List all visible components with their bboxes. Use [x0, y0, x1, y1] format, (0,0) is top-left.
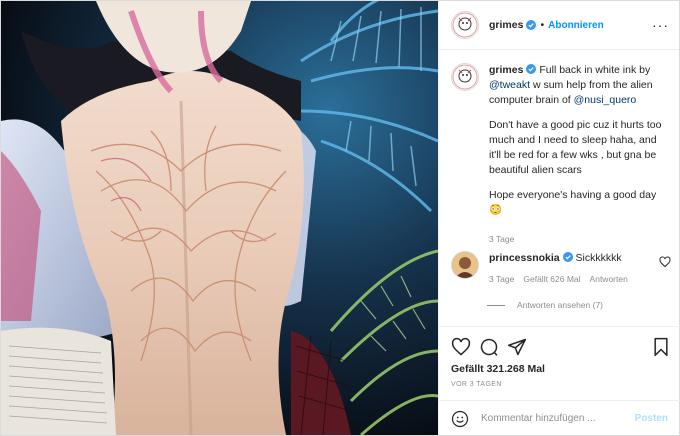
- comment-meta: 3 Tage Gefällt 626 Mal Antworten: [489, 272, 659, 287]
- caption-paragraph: Don't have a good pic cuz it hurts too m…: [489, 119, 662, 176]
- comment-username[interactable]: princessnokia: [489, 252, 560, 264]
- likes-count[interactable]: Gefällt 321.268 Mal: [451, 363, 545, 375]
- mention-link[interactable]: @nusi_quero: [574, 94, 637, 106]
- caption-text: grimes Full back in white ink by @tweakt…: [489, 63, 671, 247]
- more-options-icon[interactable]: ···: [652, 17, 669, 33]
- avatar-photo-icon: [452, 252, 478, 278]
- view-replies-button[interactable]: Antworten ansehen (7): [487, 300, 603, 310]
- caption-avatar[interactable]: [451, 63, 479, 91]
- post-image[interactable]: [1, 1, 438, 435]
- emoji-icon[interactable]: [451, 410, 469, 428]
- post-comment-button[interactable]: Posten: [635, 413, 668, 424]
- separator-dot: •: [540, 19, 545, 31]
- verified-icon: [526, 64, 537, 74]
- replies-divider: [487, 304, 505, 306]
- follow-button[interactable]: Abonnieren: [548, 20, 604, 31]
- post-modal: grimes • Abonnieren ··· grimes Full back…: [0, 0, 680, 436]
- post-details-panel: grimes • Abonnieren ··· grimes Full back…: [438, 1, 680, 436]
- caption-line1: Full back in white ink by: [539, 64, 651, 76]
- post-header: grimes • Abonnieren ···: [439, 1, 679, 50]
- mention-link[interactable]: @tweakt: [489, 79, 530, 91]
- caption-timestamp[interactable]: 3 Tage: [489, 232, 671, 247]
- post-username[interactable]: grimes: [489, 19, 523, 31]
- action-bar: [439, 326, 680, 366]
- view-replies-label: Antworten ansehen (7): [517, 300, 603, 310]
- avatar-illustration-icon: [452, 12, 478, 38]
- heart-icon[interactable]: [451, 337, 471, 357]
- caption-username[interactable]: grimes: [489, 64, 523, 76]
- avatar[interactable]: [451, 11, 479, 39]
- comment-timestamp[interactable]: 3 Tage: [489, 272, 514, 287]
- post-photo-illustration: [1, 1, 438, 435]
- small-heart-icon[interactable]: [659, 256, 671, 268]
- post-timestamp[interactable]: VOR 3 TAGEN: [451, 381, 502, 388]
- comment-likes[interactable]: Gefällt 626 Mal: [523, 272, 580, 287]
- add-comment-bar: Posten: [439, 400, 680, 436]
- caption-emoji: 😳: [489, 204, 503, 216]
- comment-item: princessnokia Sickkkkkk 3 Tage Gefällt 6…: [451, 251, 673, 287]
- bookmark-icon[interactable]: [652, 337, 670, 357]
- share-icon[interactable]: [507, 337, 527, 357]
- comment-avatar[interactable]: [451, 251, 479, 279]
- comment-reply-button[interactable]: Antworten: [590, 272, 628, 287]
- avatar-illustration-icon: [452, 64, 478, 90]
- verified-icon: [526, 20, 537, 30]
- comment-text: Sickkkkkk: [575, 252, 622, 264]
- verified-icon: [562, 252, 573, 262]
- comment-icon[interactable]: [479, 337, 499, 357]
- caption-paragraph: Hope everyone's having a good day: [489, 189, 657, 201]
- post-caption: grimes Full back in white ink by @tweakt…: [451, 63, 671, 247]
- comment-input[interactable]: [481, 413, 631, 424]
- comment-body: princessnokia Sickkkkkk 3 Tage Gefällt 6…: [489, 251, 659, 287]
